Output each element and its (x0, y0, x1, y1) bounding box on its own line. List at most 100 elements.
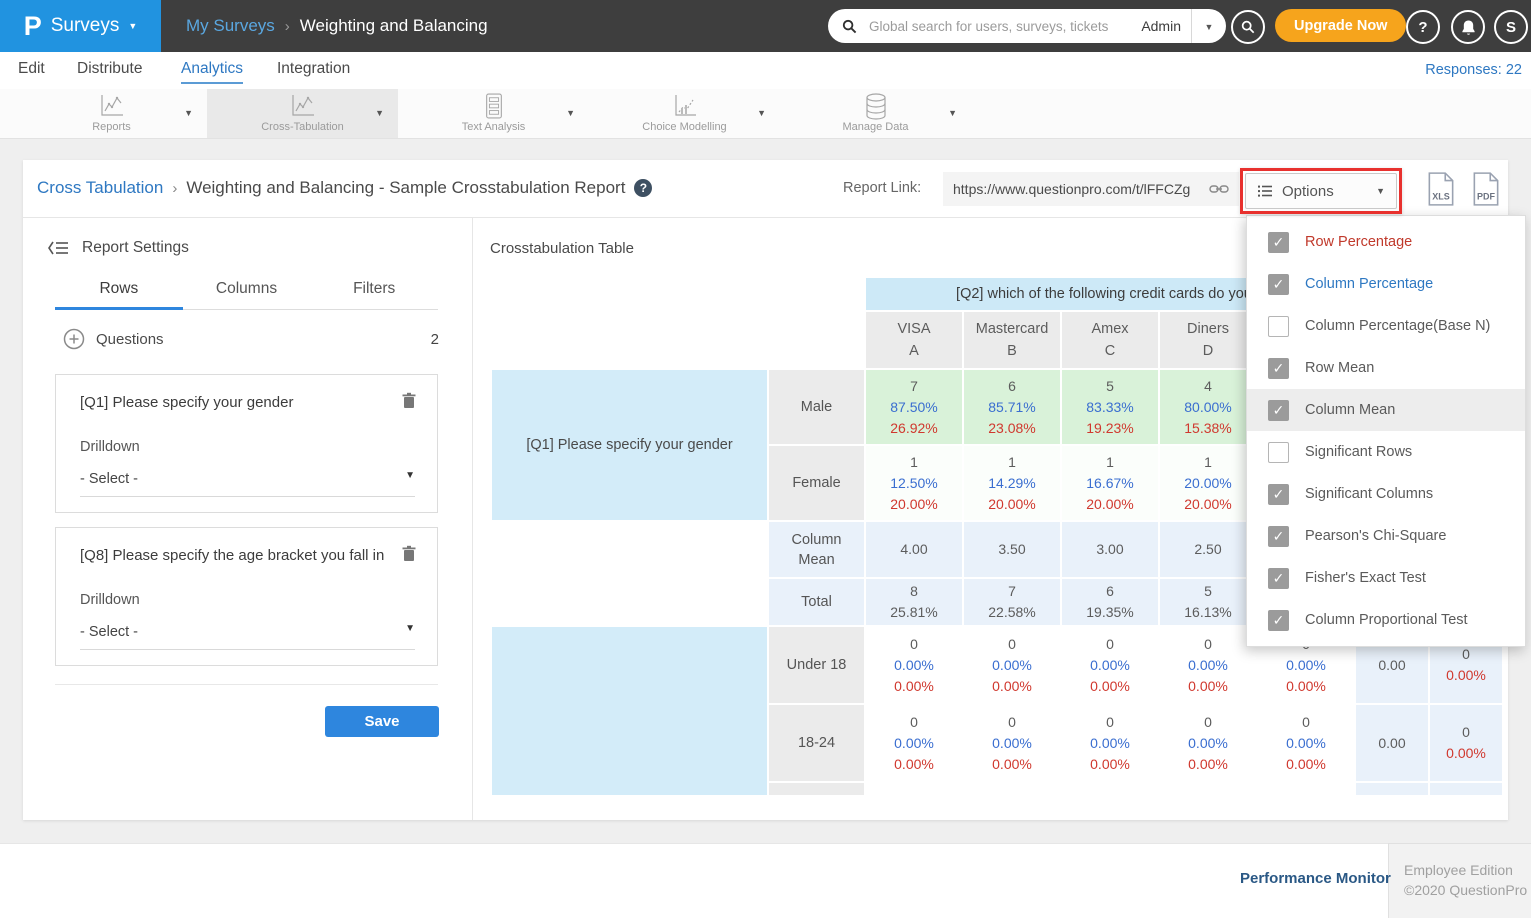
row-header: Under 18 (769, 627, 864, 703)
table-cell (1356, 783, 1428, 795)
avatar[interactable]: S (1494, 10, 1528, 44)
link-icon[interactable] (1209, 183, 1229, 195)
option-label: Column Percentage (1305, 276, 1433, 292)
tab-distribute[interactable]: Distribute (77, 60, 142, 82)
option-column-mean[interactable]: ✓Column Mean (1247, 389, 1525, 431)
trash-icon[interactable] (401, 392, 417, 415)
checked-checkbox-icon[interactable]: ✓ (1268, 526, 1289, 547)
option-column-percentage-base-n-[interactable]: Column Percentage(Base N) (1247, 305, 1525, 347)
data-cell: 619.35% (1062, 579, 1158, 625)
export-xls-button[interactable]: XLS (1425, 171, 1457, 212)
toolbar-item-cross-tabulation[interactable]: Cross-Tabulation ▼ (207, 89, 398, 138)
performance-monitor-link[interactable]: Performance Monitor (1240, 870, 1391, 887)
search-submit-button[interactable] (1231, 10, 1265, 44)
search-scope-dropdown[interactable]: ▼ (1192, 17, 1226, 35)
row-header: Male (769, 370, 864, 444)
option-significant-rows[interactable]: Significant Rows (1247, 431, 1525, 473)
report-settings-title: Report Settings (82, 239, 189, 257)
collapse-panel-icon[interactable] (47, 240, 69, 256)
checked-checkbox-icon[interactable]: ✓ (1268, 484, 1289, 505)
toolbar-item-choice-modelling[interactable]: Choice Modelling▼ (589, 89, 780, 138)
help-button[interactable]: ? (1406, 10, 1440, 44)
divider (472, 217, 473, 820)
checked-checkbox-icon[interactable]: ✓ (1268, 400, 1289, 421)
data-cell: 00.00%0.00% (1258, 705, 1354, 781)
chevron-down-icon[interactable]: ▼ (757, 109, 766, 118)
cross-tabulation-link[interactable]: Cross Tabulation (37, 178, 163, 198)
toolbar-item-manage-data[interactable]: Manage Data ▼ (780, 89, 971, 138)
tab-integration[interactable]: Integration (277, 60, 350, 82)
search-icon (842, 19, 857, 34)
toolbar-item-text-analysis[interactable]: Text Analysis▼ (398, 89, 589, 138)
row-header: Total (769, 579, 864, 625)
option-significant-columns[interactable]: ✓ Significant Columns (1247, 473, 1525, 515)
breadcrumb-current: Weighting and Balancing (300, 16, 488, 36)
option-column-percentage[interactable]: ✓ Column Percentage (1247, 263, 1525, 305)
global-search: Admin ▼ (828, 9, 1226, 43)
search-scope-label: Admin (1141, 18, 1181, 34)
data-cell: 3.50 (964, 522, 1060, 577)
checked-checkbox-icon[interactable]: ✓ (1268, 358, 1289, 379)
option-column-proportional-test[interactable]: ✓ Column Proportional Test (1247, 599, 1525, 641)
upgrade-now-button[interactable]: Upgrade Now (1275, 9, 1406, 42)
copyright-label: ©2020 QuestionPro (1404, 880, 1527, 900)
toolbar-item-label: Manage Data (780, 121, 971, 133)
option-label: Significant Columns (1305, 486, 1433, 502)
questions-row: Questions 2 (63, 328, 439, 350)
table-cell (492, 312, 864, 368)
add-question-icon[interactable] (63, 328, 85, 350)
checked-checkbox-icon[interactable]: ✓ (1268, 232, 1289, 253)
settings-tab-filters[interactable]: Filters (310, 280, 438, 309)
toolbar-item-label: Cross-Tabulation (207, 121, 398, 133)
option-label: Column Proportional Test (1305, 612, 1468, 628)
unchecked-checkbox-icon[interactable] (1268, 442, 1289, 463)
options-label: Options (1282, 183, 1334, 200)
breadcrumb-separator: › (172, 180, 177, 197)
save-button[interactable]: Save (325, 706, 439, 737)
tab-analytics[interactable]: Analytics (181, 60, 243, 84)
option-row-percentage[interactable]: ✓Row Percentage (1247, 221, 1525, 263)
settings-tab-rows[interactable]: Rows (55, 280, 183, 310)
data-cell: 116.67%20.00% (1062, 446, 1158, 520)
questionpro-logo-icon: P (24, 11, 42, 42)
surveys-product-menu[interactable]: P Surveys ▼ (0, 0, 161, 52)
checked-checkbox-icon[interactable]: ✓ (1268, 568, 1289, 589)
help-icon[interactable]: ? (634, 179, 652, 197)
options-button[interactable]: Options ▼ (1245, 173, 1397, 209)
settings-tab-columns[interactable]: Columns (183, 280, 311, 309)
svg-text:XLS: XLS (1432, 192, 1450, 202)
option-fisher-s-exact-test[interactable]: ✓Fisher's Exact Test (1247, 557, 1525, 599)
options-highlight-box: Options ▼ (1240, 168, 1402, 214)
chevron-down-icon[interactable]: ▼ (184, 109, 193, 118)
checked-checkbox-icon[interactable]: ✓ (1268, 610, 1289, 631)
drilldown-select[interactable]: - Select -▼ (80, 624, 415, 650)
toolbar-item-label: Reports (16, 121, 207, 133)
analytics-toolbar: Reports▼Cross-Tabulation▼Text Analysis▼C… (0, 89, 1531, 139)
edition-label: Employee Edition (1404, 860, 1527, 880)
global-search-input[interactable] (867, 18, 1141, 35)
notifications-button[interactable] (1451, 10, 1485, 44)
unchecked-checkbox-icon[interactable] (1268, 316, 1289, 337)
export-pdf-button[interactable]: PDF (1470, 171, 1502, 212)
drilldown-select[interactable]: - Select -▼ (80, 471, 415, 497)
data-cell: 00.00%0.00% (866, 705, 962, 781)
report-link-field[interactable]: https://www.questionpro.com/t/lFFCZg (943, 172, 1239, 206)
option-pearson-s-chi-square[interactable]: ✓Pearson's Chi-Square (1247, 515, 1525, 557)
data-cell: 00.00%0.00% (964, 705, 1060, 781)
row-question-label: [Q1] Please specify your gender (492, 370, 767, 520)
chevron-down-icon[interactable]: ▼ (948, 109, 957, 118)
option-row-mean[interactable]: ✓Row Mean (1247, 347, 1525, 389)
toolbar-item-reports[interactable]: Reports ▼ (16, 89, 207, 138)
chevron-down-icon[interactable]: ▼ (566, 109, 575, 118)
checked-checkbox-icon[interactable]: ✓ (1268, 274, 1289, 295)
data-cell: 00.00%0.00% (1160, 627, 1256, 703)
tab-edit[interactable]: Edit (18, 60, 45, 82)
drilldown-label: Drilldown (80, 592, 140, 608)
trash-icon[interactable] (401, 545, 417, 568)
row-header: Column Mean (769, 522, 864, 577)
chevron-down-icon: ▼ (1376, 187, 1385, 196)
breadcrumb-my-surveys[interactable]: My Surveys (186, 16, 275, 36)
svg-text:PDF: PDF (1477, 192, 1496, 202)
row-question-label (492, 627, 767, 795)
chevron-down-icon[interactable]: ▼ (375, 109, 384, 118)
